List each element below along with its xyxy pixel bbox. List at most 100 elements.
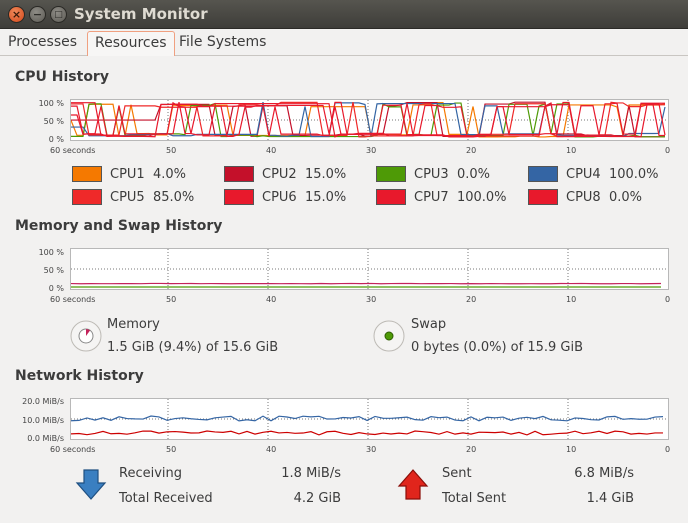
sent-label: Sent xyxy=(442,466,472,481)
net-y-tick-10: 10.0 MiB/s xyxy=(22,416,64,425)
net-y-tick-0: 0.0 MiB/s xyxy=(27,434,64,443)
mem-x-tick-10: 10 xyxy=(566,295,577,304)
minimize-icon: − xyxy=(32,8,43,21)
cpu2-legend: CPU2 15.0% xyxy=(224,166,346,182)
sent-arrow-icon xyxy=(397,469,429,500)
cpu1-legend: CPU1 4.0% xyxy=(72,166,186,182)
cpu-x-tick-30: 30 xyxy=(366,146,377,155)
net-x-tick-20: 20 xyxy=(466,445,477,454)
cpu1-color-swatch[interactable] xyxy=(72,166,102,182)
swap-pie-icon xyxy=(373,320,405,352)
swap-value: 0 bytes (0.0%) of 15.9 GiB xyxy=(411,340,583,355)
sent-history-line xyxy=(71,430,664,436)
receiving-value: 1.8 MiB/s xyxy=(281,466,341,481)
close-icon: × xyxy=(11,8,22,21)
memory-history-title: Memory and Swap History xyxy=(15,218,223,234)
cpu-y-tick-100: 100 % xyxy=(38,99,64,108)
memory-pie-icon xyxy=(70,320,102,352)
title-bar: × − □ System Monitor xyxy=(0,0,688,29)
close-window-button[interactable]: × xyxy=(8,6,25,23)
tab-resources[interactable]: Resources xyxy=(87,31,175,56)
mem-x-tick-20: 20 xyxy=(466,295,477,304)
cpu6-label: CPU6 xyxy=(262,189,297,205)
cpu7-color-swatch[interactable] xyxy=(376,189,406,205)
cpu2-color-swatch[interactable] xyxy=(224,166,254,182)
net-x-tick-40: 40 xyxy=(266,445,277,454)
cpu1-label: CPU1 xyxy=(110,166,145,182)
mem-y-tick-50: 50 % xyxy=(43,266,64,275)
cpu6-color-swatch[interactable] xyxy=(224,189,254,205)
net-x-tick-10: 10 xyxy=(566,445,577,454)
cpu-y-tick-50: 50 % xyxy=(43,117,64,126)
cpu7-legend: CPU7 100.0% xyxy=(376,189,507,205)
total-received-label: Total Received xyxy=(119,491,213,506)
cpu1-value: 4.0% xyxy=(152,166,186,182)
tab-file-systems[interactable]: File Systems xyxy=(172,31,273,56)
cpu5-label: CPU5 xyxy=(110,189,145,205)
net-x-tick-0: 0 xyxy=(665,445,671,454)
memory-history-graph xyxy=(70,248,669,290)
mem-x-tick-50: 50 xyxy=(166,295,177,304)
cpu5-color-swatch[interactable] xyxy=(72,189,102,205)
net-x-tick-30: 30 xyxy=(366,445,377,454)
cpu3-color-swatch[interactable] xyxy=(376,166,406,182)
memory-value: 1.5 GiB (9.4%) of 15.6 GiB xyxy=(107,340,279,355)
cpu3-value: 0.0% xyxy=(456,166,490,182)
cpu-x-tick-60: 60 seconds xyxy=(50,146,96,155)
cpu-x-tick-20: 20 xyxy=(466,146,477,155)
cpu-x-tick-50: 50 xyxy=(166,146,177,155)
cpu8-value: 0.0% xyxy=(608,189,642,205)
cpu2-label: CPU2 xyxy=(262,166,297,182)
net-x-tick-50: 50 xyxy=(166,445,177,454)
cpu6-legend: CPU6 15.0% xyxy=(224,189,346,205)
mem-x-tick-60: 60 seconds xyxy=(50,295,96,304)
minimize-window-button[interactable]: − xyxy=(29,6,46,23)
mem-x-tick-30: 30 xyxy=(366,295,377,304)
window-title: System Monitor xyxy=(74,5,208,23)
cpu-x-tick-0: 0 xyxy=(665,146,671,155)
total-sent-label: Total Sent xyxy=(442,491,507,506)
cpu-history-title: CPU History xyxy=(15,69,109,85)
cpu-plot-canvas xyxy=(71,100,668,140)
cpu8-label: CPU8 xyxy=(566,189,601,205)
cpu4-value: 100.0% xyxy=(608,166,659,182)
mem-plot-canvas xyxy=(71,249,668,289)
cpu2-value: 15.0% xyxy=(304,166,347,182)
cpu3-legend: CPU3 0.0% xyxy=(376,166,490,182)
tab-bar: Processes Resources File Systems xyxy=(0,29,688,56)
net-y-tick-20: 20.0 MiB/s xyxy=(22,397,64,406)
mem-x-tick-40: 40 xyxy=(266,295,277,304)
maximize-icon: □ xyxy=(54,9,63,20)
cpu6-value: 15.0% xyxy=(304,189,347,205)
sent-value: 6.8 MiB/s xyxy=(574,466,634,481)
mem-y-tick-0: 0 % xyxy=(48,284,64,293)
cpu4-color-swatch[interactable] xyxy=(528,166,558,182)
swap-label: Swap xyxy=(411,317,447,332)
net-plot-canvas xyxy=(71,399,668,439)
tab-processes[interactable]: Processes xyxy=(1,31,84,56)
cpu4-label: CPU4 xyxy=(566,166,601,182)
network-history-graph xyxy=(70,398,669,440)
receiving-history-line xyxy=(71,415,664,422)
receiving-label: Receiving xyxy=(119,466,183,481)
cpu5-legend: CPU5 85.0% xyxy=(72,189,194,205)
cpu8-color-swatch[interactable] xyxy=(528,189,558,205)
cpu3-label: CPU3 xyxy=(414,166,449,182)
network-history-title: Network History xyxy=(15,368,144,384)
mem-y-tick-100: 100 % xyxy=(38,248,64,257)
cpu-y-tick-0: 0 % xyxy=(48,135,64,144)
cpu4-legend: CPU4 100.0% xyxy=(528,166,659,182)
cpu5-value: 85.0% xyxy=(152,189,195,205)
cpu-x-tick-40: 40 xyxy=(266,146,277,155)
receiving-arrow-icon xyxy=(75,469,107,500)
cpu7-value: 100.0% xyxy=(456,189,507,205)
total-sent-value: 1.4 GiB xyxy=(586,491,634,506)
cpu-history-graph xyxy=(70,99,669,141)
net-x-tick-60: 60 seconds xyxy=(50,445,96,454)
total-received-value: 4.2 GiB xyxy=(293,491,341,506)
memory-label: Memory xyxy=(107,317,160,332)
cpu-x-tick-10: 10 xyxy=(566,146,577,155)
mem-x-tick-0: 0 xyxy=(665,295,671,304)
maximize-window-button[interactable]: □ xyxy=(50,6,67,23)
cpu7-label: CPU7 xyxy=(414,189,449,205)
